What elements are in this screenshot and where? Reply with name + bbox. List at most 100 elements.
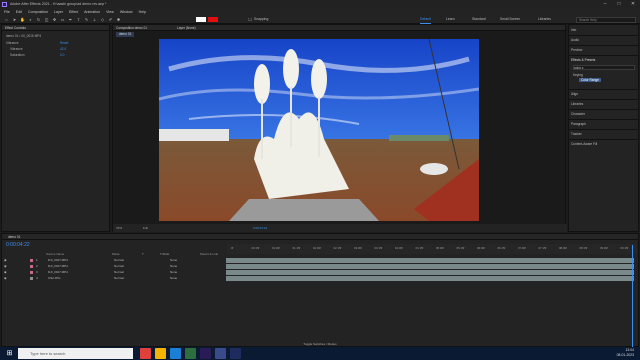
layer-name[interactable]: CS2.JPG: [48, 276, 61, 281]
panel-tracker[interactable]: Tracker: [571, 132, 582, 136]
layer-mode[interactable]: Normal: [114, 276, 124, 281]
stroke-color-swatch[interactable]: [208, 17, 218, 22]
layer-name[interactable]: DJI_0017.MP4: [48, 270, 68, 275]
panel-align[interactable]: Align: [571, 92, 578, 96]
puppet-tool-icon[interactable]: ✱: [116, 17, 121, 22]
menu-edit[interactable]: Edit: [16, 10, 22, 14]
panel-content-aware-fill[interactable]: Content-Aware Fill: [571, 142, 597, 146]
col-source-name[interactable]: Source Name: [46, 252, 64, 256]
layer-parent[interactable]: None: [170, 270, 177, 275]
current-time-indicator[interactable]: [632, 245, 633, 347]
layer-parent[interactable]: None: [170, 264, 177, 269]
camera-tool-icon[interactable]: ◫: [44, 17, 49, 22]
system-clock[interactable]: 13:04 08-01-2023: [617, 348, 634, 358]
composition-tab[interactable]: Composition demo 01 Layer (None): [113, 25, 565, 31]
layer-duration-bar[interactable]: [226, 258, 634, 263]
menu-window[interactable]: Window: [120, 10, 133, 14]
rotate-tool-icon[interactable]: ↻: [36, 17, 41, 22]
panel-info[interactable]: Info: [571, 28, 576, 32]
menu-layer[interactable]: Layer: [54, 10, 63, 14]
timeline-timecode[interactable]: 0:00:04:22: [6, 242, 30, 248]
toggle-switches-modes[interactable]: Toggle Switches / Modes: [2, 342, 638, 346]
panel-libraries[interactable]: Libraries: [571, 102, 583, 106]
brush-tool-icon[interactable]: ✎: [84, 17, 89, 22]
effect-controls-tab[interactable]: Effect Controls: [2, 25, 109, 31]
taskbar-app-icon[interactable]: [140, 348, 151, 359]
layer-row[interactable]: ◉ 1 DJI_0017.MP4 Normal None: [2, 258, 222, 263]
layer-parent[interactable]: None: [170, 258, 177, 263]
layer-mode[interactable]: Normal: [114, 264, 124, 269]
resolution-dropdown[interactable]: Full: [143, 224, 148, 232]
menu-view[interactable]: View: [106, 10, 114, 14]
workspace-default[interactable]: Default: [420, 16, 431, 24]
taskbar-app-icon[interactable]: [200, 348, 211, 359]
prop-name-1[interactable]: Vibrance: [6, 41, 19, 45]
workspace-small-screen[interactable]: Small Screen: [500, 16, 520, 23]
prop-value-1[interactable]: Reset: [60, 41, 68, 45]
taskbar-app-icon[interactable]: [170, 348, 181, 359]
layer-duration-bar[interactable]: [226, 270, 634, 275]
panel-effects-presets[interactable]: Effects & Presets: [571, 58, 595, 62]
fill-color-swatch[interactable]: [196, 17, 206, 22]
taskbar-app-icon[interactable]: [185, 348, 196, 359]
type-tool-icon[interactable]: T: [76, 17, 81, 22]
pan-behind-tool-icon[interactable]: ✥: [52, 17, 57, 22]
menu-help[interactable]: Help: [139, 10, 146, 14]
zoom-dropdown[interactable]: 70%: [116, 224, 122, 232]
layer-duration-bar[interactable]: [226, 264, 634, 269]
col-t[interactable]: T: [142, 252, 144, 256]
menu-effect[interactable]: Effect: [69, 10, 78, 14]
rectangle-tool-icon[interactable]: ▭: [60, 17, 65, 22]
zoom-tool-icon[interactable]: ⌕: [28, 17, 33, 22]
close-button[interactable]: ✕: [626, 0, 640, 8]
composition-subtab[interactable]: demo 01: [116, 32, 135, 37]
layer-row[interactable]: ◉ 4 CS2.JPG Normal None: [2, 276, 222, 281]
roto-brush-tool-icon[interactable]: ✐: [108, 17, 113, 22]
windows-start-icon[interactable]: ⊞: [4, 348, 15, 359]
hand-tool-icon[interactable]: ✋: [20, 17, 25, 22]
col-parent-link[interactable]: Parent & Link: [200, 252, 218, 256]
col-mode[interactable]: Mode: [112, 252, 120, 256]
snapping-checkbox[interactable]: ☐: [246, 17, 254, 22]
stamp-tool-icon[interactable]: ⊥: [92, 17, 97, 22]
effects-search-input[interactable]: color c: [573, 65, 635, 70]
timeline-tab[interactable]: demo 01: [2, 234, 638, 240]
taskbar-app-icon[interactable]: [230, 348, 241, 359]
workspace-libraries[interactable]: Libraries: [538, 16, 551, 23]
home-icon[interactable]: ⌂: [4, 17, 9, 22]
eraser-tool-icon[interactable]: ◇: [100, 17, 105, 22]
layer-mode[interactable]: Normal: [114, 270, 124, 275]
selection-tool-icon[interactable]: ➤: [12, 17, 17, 22]
taskbar-app-icon[interactable]: [155, 348, 166, 359]
panel-paragraph[interactable]: Paragraph: [571, 122, 586, 126]
layer-mode[interactable]: Normal: [114, 258, 124, 263]
layer-row[interactable]: ◉ 2 DJI_0017.MP4 Normal None: [2, 264, 222, 269]
composition-viewer[interactable]: [159, 39, 479, 221]
effects-group-keying[interactable]: Keying: [573, 73, 583, 77]
taskbar-app-icon[interactable]: [215, 348, 226, 359]
effect-color-range[interactable]: Color Range: [579, 78, 601, 82]
layer-parent[interactable]: None: [170, 276, 177, 281]
search-help-input[interactable]: Search Help: [576, 17, 636, 23]
layer-name[interactable]: DJI_0017.MP4: [48, 264, 68, 269]
panel-character[interactable]: Character: [571, 112, 585, 116]
minimize-button[interactable]: –: [598, 0, 612, 8]
prop-value-2[interactable]: 42.0: [60, 47, 66, 51]
menu-composition[interactable]: Composition: [28, 10, 48, 14]
panel-preview[interactable]: Preview: [571, 48, 582, 52]
menu-animation[interactable]: Animation: [84, 10, 100, 14]
taskbar-search-input[interactable]: Type here to search: [18, 348, 133, 359]
maximize-button[interactable]: □: [612, 0, 626, 8]
layer-row[interactable]: ◉ 3 DJI_0017.MP4 Normal None: [2, 270, 222, 275]
layer-duration-bar[interactable]: [226, 276, 634, 281]
pen-tool-icon[interactable]: ✒: [68, 17, 73, 22]
prop-value-3[interactable]: 0.0: [60, 53, 64, 57]
time-ruler[interactable]: 0f 00:15f 01:00f 01:15f 02:00f 02:15f 03:00f 03…: [227, 244, 637, 254]
workspace-learn[interactable]: Learn: [446, 16, 455, 23]
workspace-standard[interactable]: Standard: [472, 16, 486, 23]
panel-audio[interactable]: Audio: [571, 38, 579, 42]
col-trkmat[interactable]: TrkMat: [160, 252, 169, 256]
layer-name[interactable]: DJI_0017.MP4: [48, 258, 68, 263]
composition-timecode[interactable]: 0:00:04:24: [253, 224, 267, 232]
menu-file[interactable]: File: [4, 10, 10, 14]
